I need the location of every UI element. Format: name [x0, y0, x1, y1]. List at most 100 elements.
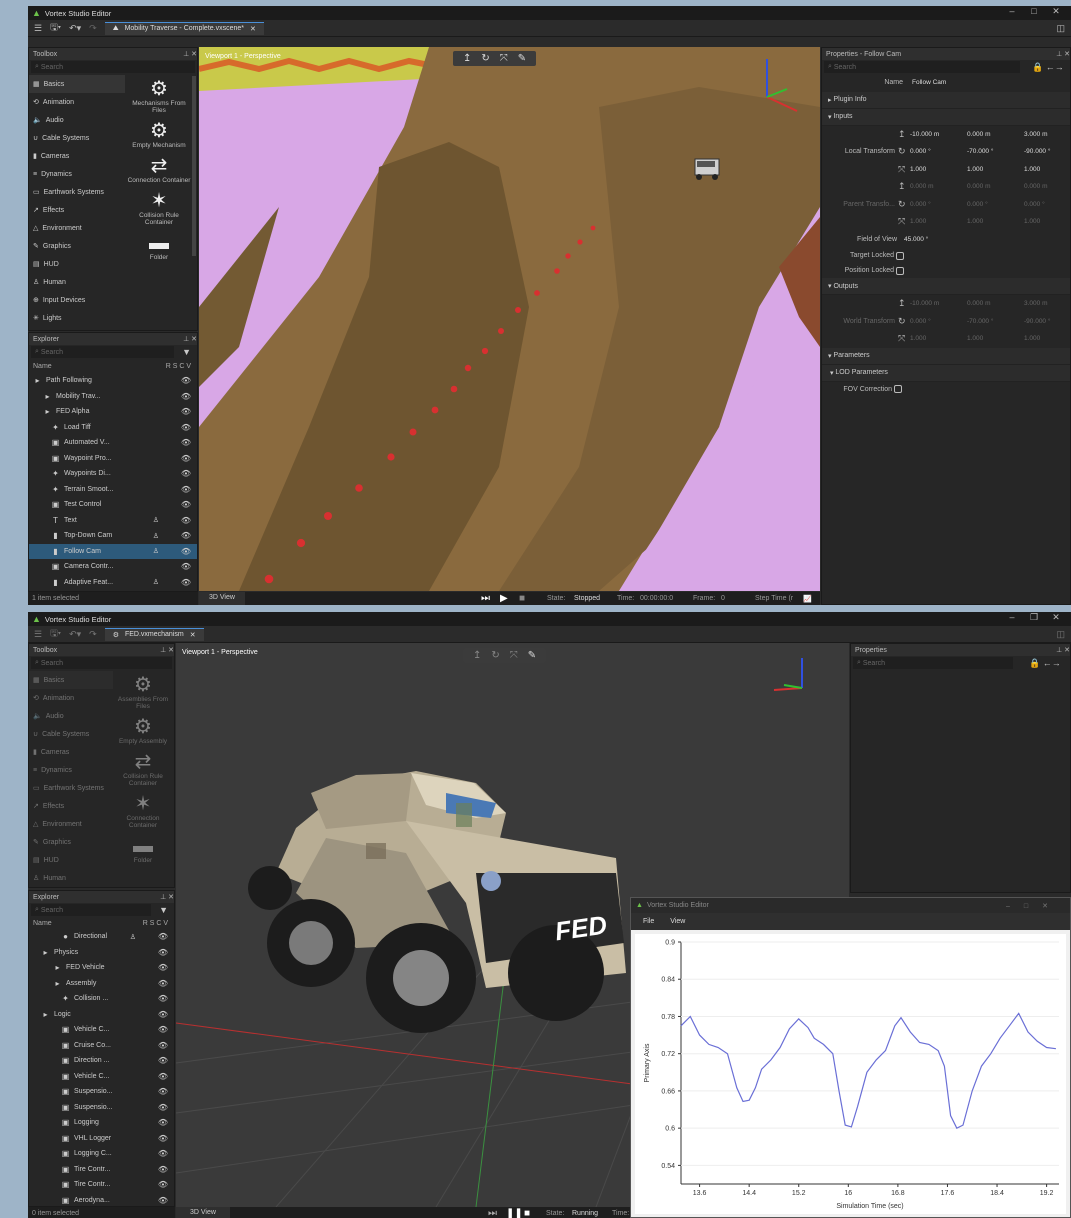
document-tab[interactable]: ⚙ FED.vxmechanism ✕ — [104, 627, 204, 641]
transform-value[interactable]: 0.000 m — [967, 131, 991, 138]
save-icon[interactable]: 🖫▾ — [50, 20, 61, 36]
undo-icon[interactable]: ↶▾ — [69, 23, 81, 34]
transform-value[interactable]: 0.000 m — [967, 300, 991, 307]
stop-button[interactable]: ■ — [519, 593, 525, 604]
inputs-section[interactable]: ▾ Inputs — [822, 108, 1070, 126]
transform-value[interactable]: 1.000 — [1024, 166, 1040, 173]
visibility-eye-icon[interactable]: 👁 — [158, 979, 168, 988]
minimize-button[interactable]: – — [1001, 612, 1023, 623]
explorer-row[interactable]: ▸ Assembly 👁 — [29, 976, 174, 992]
toolbox-category[interactable]: ∪ Cable Systems — [29, 725, 113, 743]
minimize-button[interactable]: – — [1001, 6, 1023, 17]
properties-search-input[interactable]: ⌕ Search — [824, 61, 1020, 73]
explorer-row[interactable]: ▣ Aerodyna... 👁 — [29, 1193, 174, 1209]
file-menu[interactable]: File — [643, 918, 654, 925]
graph-icon[interactable]: 📈 — [803, 595, 812, 603]
scale-icon[interactable]: ⤧ — [510, 650, 518, 661]
visibility-eye-icon[interactable]: 👁 — [158, 1056, 168, 1065]
toolbox-category[interactable]: 🔈 Audio — [29, 111, 125, 129]
explorer-row[interactable]: T Text ♙ 👁 — [29, 513, 197, 529]
properties-search-input[interactable]: ⌕ Search — [853, 657, 1013, 669]
transform-value[interactable]: 0.000 ° — [967, 201, 988, 208]
explorer-row[interactable]: ▣ Automated V... 👁 — [29, 435, 197, 451]
visibility-eye-icon[interactable]: 👁 — [158, 994, 168, 1003]
toolbox-item[interactable]: ⚙ Empty Mechanism — [127, 120, 191, 149]
toolbox-search-input[interactable]: ⌕ Search — [31, 657, 172, 669]
toolbox-item[interactable]: ⚙ Empty Assembly — [115, 716, 171, 745]
plugin-info-section[interactable]: ▸ Plugin Info — [822, 91, 1070, 109]
transform-value[interactable]: 0.000 ° — [1024, 201, 1045, 208]
explorer-search-input[interactable]: ⌕ Search — [31, 904, 152, 916]
transform-value[interactable]: 0.000 m — [910, 183, 934, 190]
transform-value[interactable]: 1.000 — [967, 218, 983, 225]
transform-value[interactable]: 3.000 m — [1024, 300, 1048, 307]
explorer-row[interactable]: ✦ Load Tiff 👁 — [29, 420, 197, 436]
toolbox-category[interactable]: ⊕Input Devices — [29, 291, 125, 309]
undo-icon[interactable]: ↶▾ — [69, 629, 81, 640]
explorer-row[interactable]: ✦ Collision ... 👁 — [29, 991, 174, 1007]
toolbox-category[interactable]: ∪ Cable Systems — [29, 129, 125, 147]
document-tab[interactable]: ⛰ Mobility Traverse - Complete.vxscene* … — [104, 21, 264, 35]
visibility-eye-icon[interactable]: 👁 — [181, 578, 191, 587]
hamburger-menu-icon[interactable]: ☰ — [34, 23, 42, 34]
visibility-eye-icon[interactable]: 👁 — [158, 1072, 168, 1081]
visibility-eye-icon[interactable]: 👁 — [158, 1010, 168, 1019]
visibility-eye-icon[interactable]: 👁 — [181, 392, 191, 401]
explorer-row[interactable]: ▣ Vehicle C... 👁 — [29, 1069, 174, 1085]
explorer-row[interactable]: ● Directional ♙ 👁 — [29, 929, 174, 945]
visibility-eye-icon[interactable]: 👁 — [158, 1196, 168, 1205]
layout-icon[interactable]: ◫ — [1056, 629, 1065, 640]
visibility-eye-icon[interactable]: 👁 — [181, 469, 191, 478]
visibility-eye-icon[interactable]: 👁 — [158, 963, 168, 972]
rotate-icon[interactable]: ↻ — [491, 650, 499, 661]
lock-icon[interactable]: 🔒 ←→ — [1032, 62, 1064, 73]
visibility-eye-icon[interactable]: 👁 — [181, 531, 191, 540]
toolbox-category[interactable]: △ Environment — [29, 815, 113, 833]
explorer-row[interactable]: ▸ FED Vehicle 👁 — [29, 960, 174, 976]
transform-value[interactable]: -90.000 ° — [1024, 318, 1050, 325]
explorer-search-input[interactable]: ⌕ Search — [31, 346, 175, 358]
transform-value[interactable]: 0.000 ° — [910, 201, 931, 208]
toolbox-category[interactable]: ♙ Human — [29, 869, 113, 887]
visibility-eye-icon[interactable]: 👁 — [158, 1103, 168, 1112]
transform-value[interactable]: 1.000 — [967, 335, 983, 342]
visibility-eye-icon[interactable]: 👁 — [158, 1165, 168, 1174]
toolbox-category[interactable]: ▭ Earthwork Systems — [29, 779, 113, 797]
scale-icon[interactable]: ⤧ — [500, 53, 508, 64]
redo-icon[interactable]: ↷ — [89, 23, 97, 34]
toolbox-category[interactable]: ▤ HUD — [29, 851, 113, 869]
scrollbar[interactable] — [192, 76, 196, 256]
filter-icon[interactable]: ▼ — [176, 345, 197, 359]
toolbox-category[interactable]: ⟲ Animation — [29, 689, 113, 707]
transform-value[interactable]: 1.000 — [1024, 335, 1040, 342]
explorer-row[interactable]: ▸ Mobility Trav... 👁 — [29, 389, 197, 405]
toolbox-item[interactable]: ⚙ Assemblies From Files — [115, 674, 171, 710]
viewport-top[interactable]: Viewport 1 - Perspective ↥ ↻ ⤧ ✎ — [199, 47, 820, 591]
view-menu[interactable]: View — [670, 918, 685, 925]
layout-icon[interactable]: ◫ — [1056, 23, 1065, 34]
toolbox-category[interactable]: ▮ Cameras — [29, 147, 125, 165]
translate-icon[interactable]: ↥ — [473, 650, 481, 661]
close-tab-icon[interactable]: ✕ — [190, 631, 196, 639]
play-button[interactable]: ▶ — [500, 593, 508, 604]
visibility-eye-icon[interactable]: 👁 — [181, 547, 191, 556]
explorer-row[interactable]: ▸ Physics 👁 — [29, 945, 174, 961]
lod-parameters-section[interactable]: ▾ LOD Parameters — [822, 364, 1070, 382]
toolbox-item[interactable]: ⇄ Connection Container — [127, 155, 191, 184]
explorer-row[interactable]: ✦ Terrain Smoot... 👁 — [29, 482, 197, 498]
transform-value[interactable]: -70.000 ° — [967, 148, 993, 155]
transform-value[interactable]: 3.000 m — [1024, 131, 1048, 138]
rotate-icon[interactable]: ↻ — [481, 53, 489, 64]
visibility-eye-icon[interactable]: 👁 — [181, 438, 191, 447]
transform-value[interactable]: 1.000 — [1024, 218, 1040, 225]
visibility-eye-icon[interactable]: 👁 — [181, 423, 191, 432]
close-button[interactable]: ✕ — [1045, 6, 1067, 17]
toolbox-category[interactable]: ▦ Basics — [29, 671, 113, 689]
position-locked-checkbox[interactable] — [896, 266, 904, 275]
redo-icon[interactable]: ↷ — [89, 629, 97, 640]
toolbox-category[interactable]: ↗ Effects — [29, 201, 125, 219]
plot-window-controls[interactable]: –□✕ — [1006, 902, 1062, 910]
explorer-row[interactable]: ▣ Tire Contr... 👁 — [29, 1162, 174, 1178]
visibility-eye-icon[interactable]: 👁 — [158, 1118, 168, 1127]
toolbox-category[interactable]: △ Environment — [29, 219, 125, 237]
